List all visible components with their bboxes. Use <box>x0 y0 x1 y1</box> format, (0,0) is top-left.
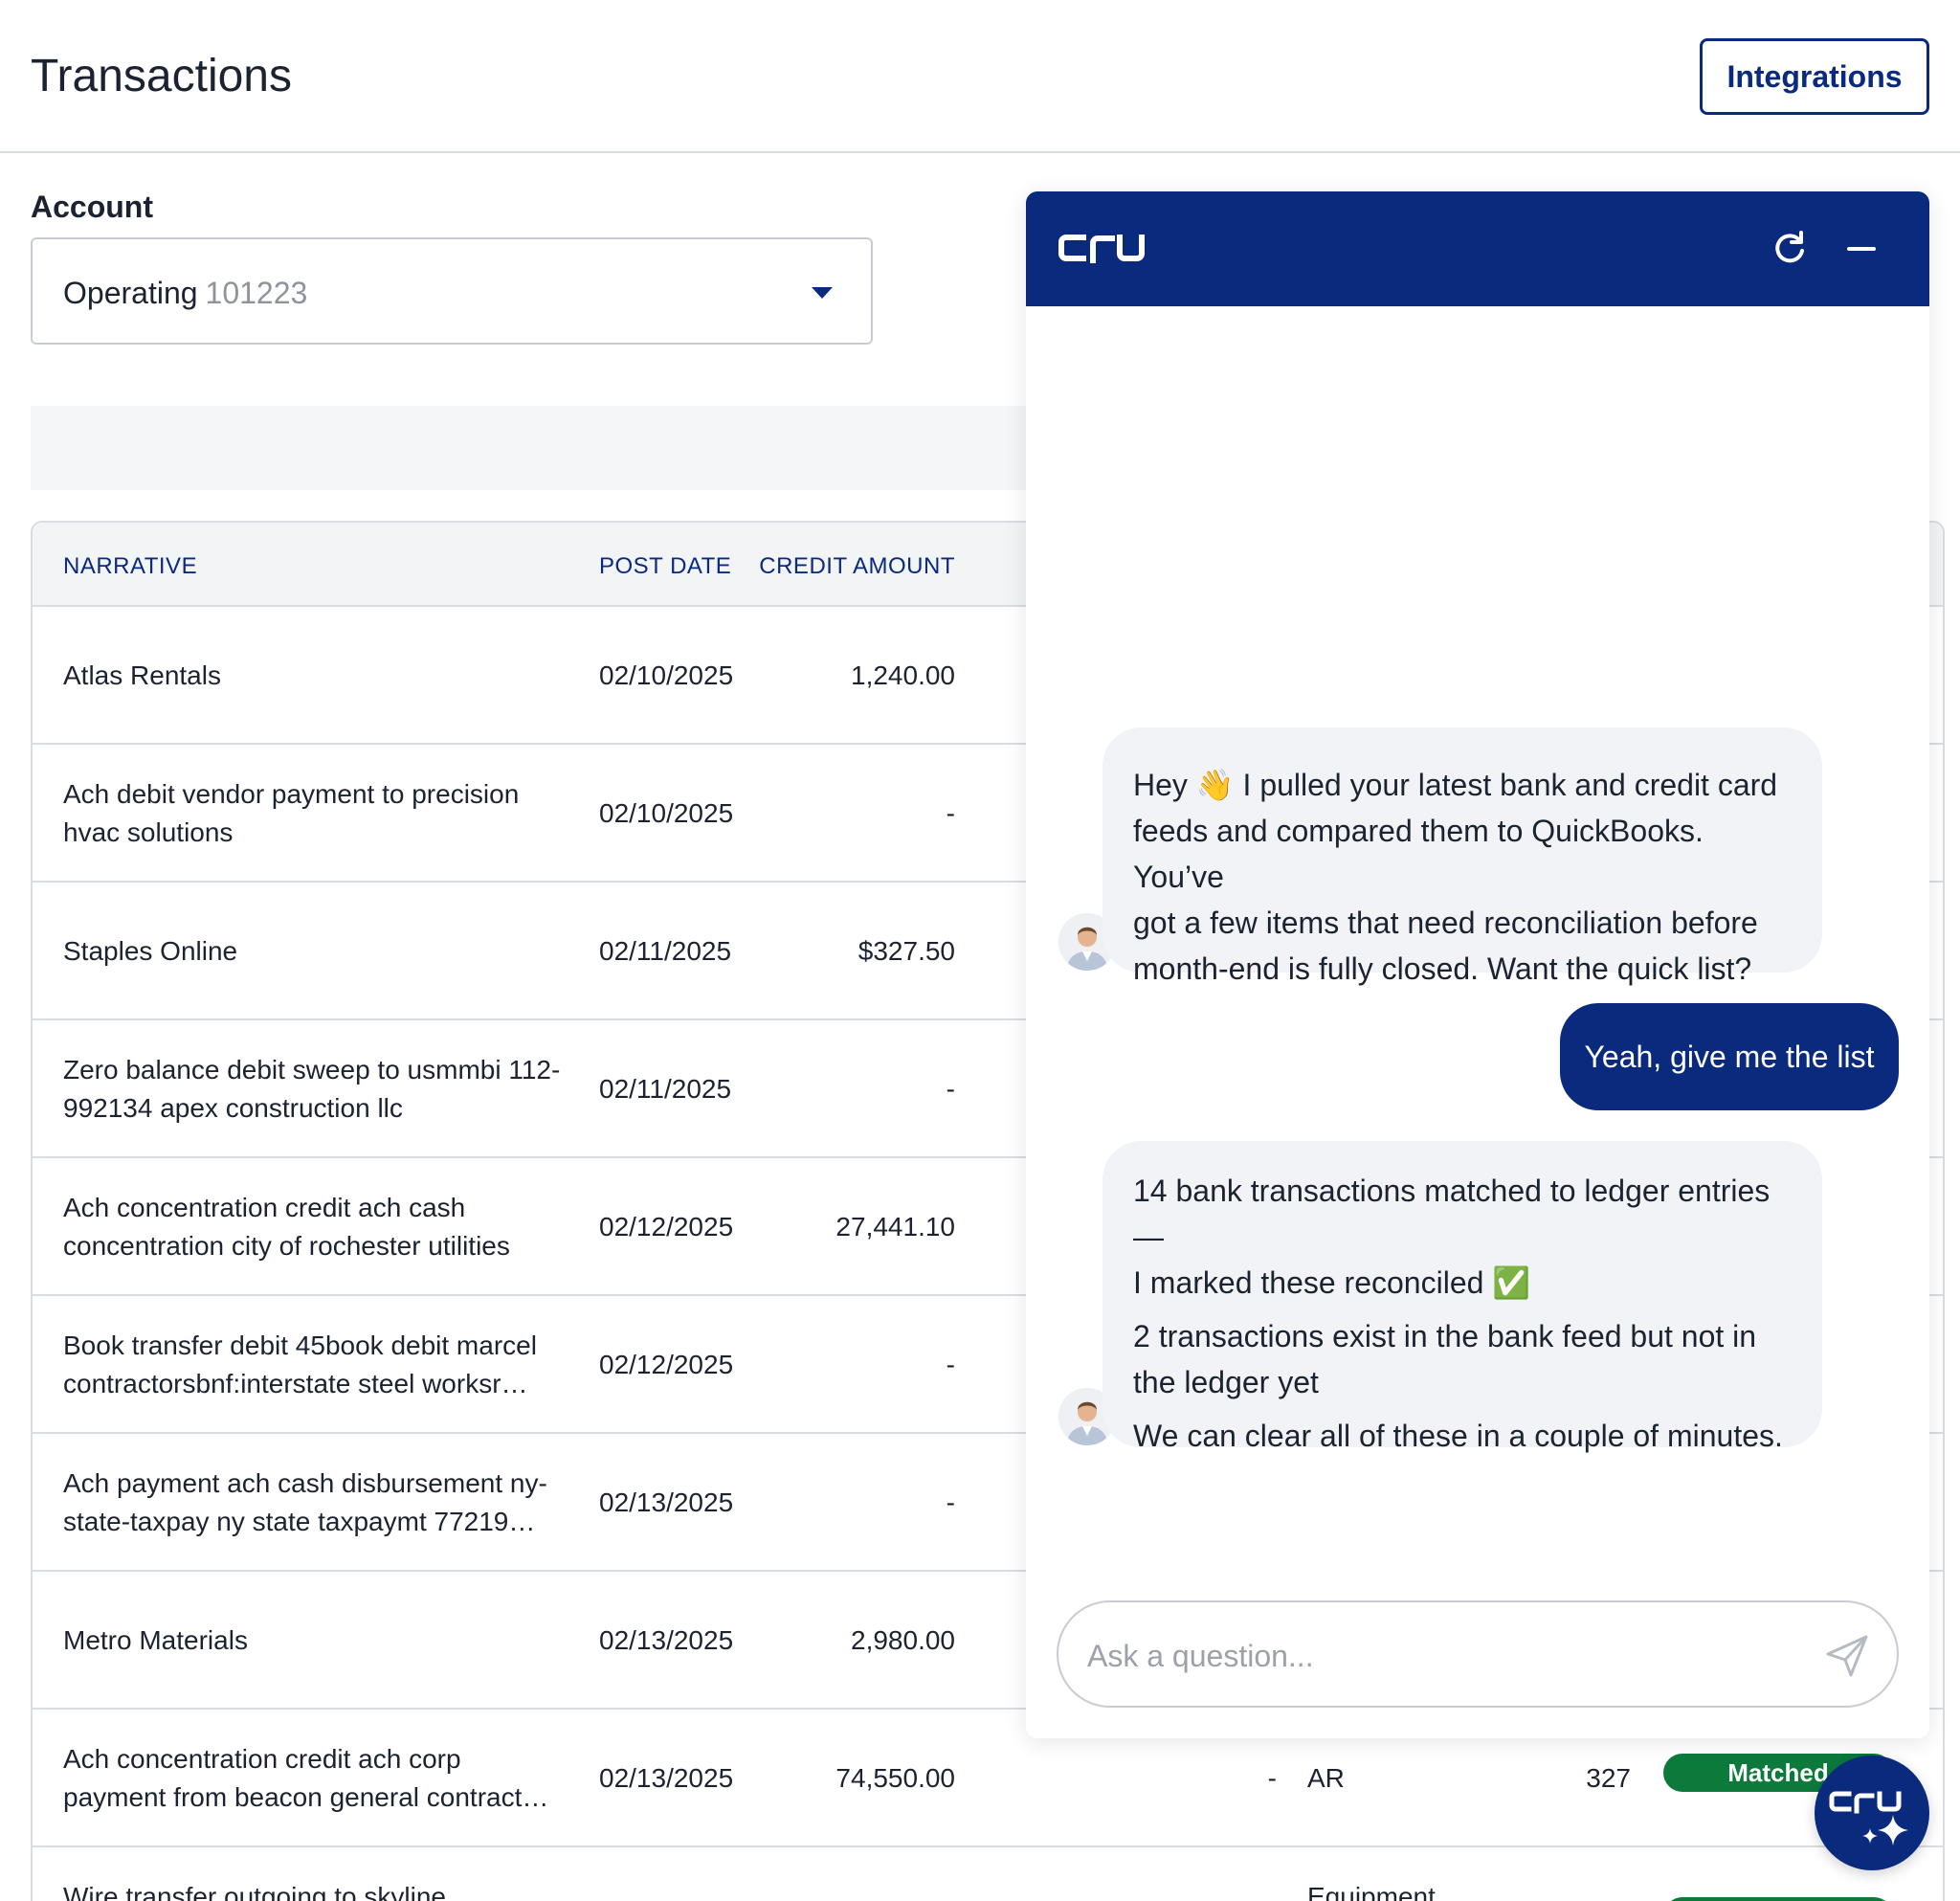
column-header-credit-amount[interactable]: CREDIT AMOUNT <box>759 553 955 580</box>
credit-amount-cell: 1,240.00 <box>851 660 955 690</box>
message-text: I marked these reconciled <box>1133 1265 1484 1300</box>
top-bar: Transactions Integrations <box>0 0 1960 153</box>
credit-amount-cell: 27,441.10 <box>835 1212 955 1241</box>
account-number: 101223 <box>205 276 308 310</box>
chat-panel: Hey 👋 I pulled your latest bank and cred… <box>1026 191 1929 1738</box>
gl-account-cell: AR <box>1307 1763 1345 1793</box>
credit-amount-cell: - <box>946 798 955 828</box>
gl-account-cell: Equipment <box>1307 1882 1436 1901</box>
account-select[interactable]: Operating 101223 <box>31 237 873 345</box>
waving-hand-emoji: 👋 <box>1195 768 1235 802</box>
message-line: the ledger yet <box>1133 1365 1319 1399</box>
user-message: Yeah, give me the list <box>1560 1003 1899 1110</box>
message-line: feeds and compared them to QuickBooks. Y… <box>1133 814 1704 894</box>
cru-assistant-button[interactable] <box>1815 1756 1929 1870</box>
chat-input-container <box>1057 1600 1899 1708</box>
message-text: Hey <box>1133 768 1188 802</box>
table-row[interactable]: Wire transfer outgoing to skyline Equipm… <box>33 1847 1943 1901</box>
narrative-cell: Ach concentration credit ach corp paymen… <box>63 1744 549 1812</box>
credit-amount-cell: - <box>946 1074 955 1104</box>
post-date-cell: 02/13/2025 <box>599 1763 734 1793</box>
cru-logo <box>1058 235 1145 263</box>
message-line: 2 transactions exist in the bank feed bu… <box>1133 1319 1757 1353</box>
narrative-cell: Zero balance debit sweep to usmmbi 112-9… <box>63 1055 561 1123</box>
narrative-cell: Book transfer debit 45book debit marcel … <box>63 1331 537 1398</box>
post-date-cell: 02/10/2025 <box>599 798 734 828</box>
account-selected-value: Operating 101223 <box>63 276 307 311</box>
cru-sparkle-icon <box>1829 1791 1908 1845</box>
narrative-cell: Ach debit vendor payment to precision hv… <box>63 779 520 847</box>
narrative-cell: Staples Online <box>63 936 238 966</box>
minimize-icon[interactable] <box>1847 247 1876 251</box>
debit-amount-cell: - <box>1267 1763 1277 1793</box>
check-mark-emoji: ✅ <box>1492 1265 1531 1300</box>
narrative-cell: Ach concentration credit ach cash concen… <box>63 1193 510 1261</box>
credit-amount-cell: - <box>946 1350 955 1379</box>
message-line: Hey 👋 I pulled your latest bank and cred… <box>1133 762 1792 808</box>
credit-amount-cell: 2,980.00 <box>851 1625 955 1655</box>
column-header-post-date[interactable]: POST DATE <box>599 553 731 580</box>
integrations-button[interactable]: Integrations <box>1700 38 1929 115</box>
narrative-cell: Ach payment ach cash disbursement ny-sta… <box>63 1468 547 1536</box>
credit-amount-cell: $327.50 <box>858 936 955 966</box>
narrative-cell: Metro Materials <box>63 1625 248 1655</box>
post-date-cell: 02/13/2025 <box>599 1625 734 1655</box>
caret-down-icon <box>812 287 833 299</box>
message-text: I pulled your latest bank and credit car… <box>1234 768 1778 802</box>
post-date-cell: 02/13/2025 <box>599 1487 734 1517</box>
message-line: got a few items that need reconciliation… <box>1133 906 1758 940</box>
refresh-icon[interactable] <box>1769 228 1811 270</box>
post-date-cell: 02/12/2025 <box>599 1350 734 1379</box>
post-date-cell: 02/12/2025 <box>599 1212 734 1241</box>
message-line: I marked these reconciled ✅ <box>1133 1260 1792 1306</box>
status-badge <box>1663 1897 1893 1901</box>
filter-bar <box>31 406 1026 490</box>
post-date-cell: 02/10/2025 <box>599 660 734 690</box>
message-line: We can clear all of these in a couple of… <box>1133 1419 1783 1453</box>
reference-cell: 327 <box>1586 1763 1631 1793</box>
chat-input[interactable] <box>1087 1629 1815 1683</box>
send-icon[interactable] <box>1822 1631 1872 1681</box>
credit-amount-cell: - <box>946 1487 955 1517</box>
credit-amount-cell: 74,550.00 <box>835 1763 955 1793</box>
assistant-message: Hey 👋 I pulled your latest bank and cred… <box>1102 727 1822 986</box>
message-line: month-end is fully closed. Want the quic… <box>1133 951 1752 986</box>
chat-header <box>1026 191 1929 306</box>
account-label: Account <box>31 190 153 224</box>
column-header-narrative[interactable]: NARRATIVE <box>63 553 197 580</box>
narrative-cell: Atlas Rentals <box>63 660 221 690</box>
post-date-cell: 02/11/2025 <box>599 936 732 966</box>
assistant-message: 14 bank transactions matched to ledger e… <box>1102 1141 1822 1453</box>
account-name: Operating <box>63 276 198 310</box>
message-line: 14 bank transactions matched to ledger e… <box>1133 1174 1771 1254</box>
page-title: Transactions <box>31 51 292 101</box>
post-date-cell: 02/11/2025 <box>599 1074 732 1104</box>
narrative-cell: Wire transfer outgoing to skyline <box>63 1882 446 1901</box>
